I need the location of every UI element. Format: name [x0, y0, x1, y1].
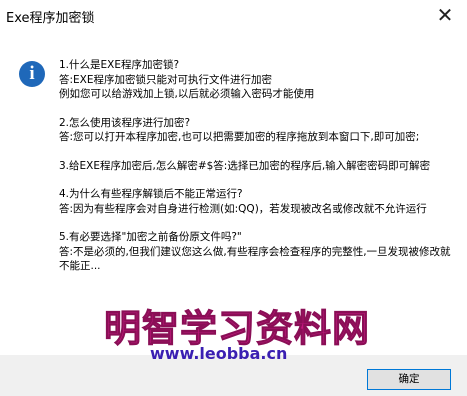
ok-button[interactable]: 确定	[367, 369, 451, 390]
close-icon: ✕	[436, 3, 454, 27]
faq-answer: 答:您可以打开本程序加密,也可以把需要加密的程序拖放到本窗口下,即可加密;	[59, 131, 420, 143]
faq-item: 2.怎么使用该程序进行加密? 答:您可以打开本程序加密,也可以把需要加密的程序拖…	[59, 116, 455, 145]
faq-answer: 答:不是必须的,但我们建议您这么做,有些程序会检查程序的完整性,一旦发现被修改就…	[59, 245, 451, 273]
faq-item: 1.什么是EXE程序加密锁? 答:EXE程序加密锁只能对可执行文件进行加密 例如…	[59, 58, 455, 102]
window-title: Exe程序加密锁	[6, 11, 95, 26]
faq-question: 4.为什么有些程序解锁后不能正常运行?	[59, 188, 243, 200]
faq-question: 5.有必要选择"加密之前备份原文件吗?"	[59, 231, 242, 243]
faq-item: 3.给EXE程序加密后,怎么解密#$答:选择已加密的程序后,输入解密密码即可解密	[59, 159, 455, 174]
faq-item: 4.为什么有些程序解锁后不能正常运行? 答:因为有些程序会对自身进行检测(如:Q…	[59, 187, 455, 216]
faq-question: 2.怎么使用该程序进行加密?	[59, 116, 191, 129]
faq-question: 1.什么是EXE程序加密锁?	[59, 59, 180, 71]
title-bar: Exe程序加密锁 ✕	[0, 0, 467, 30]
faq-answer: 答:EXE程序加密锁只能对可执行文件进行加密 例如您可以给游戏加上锁,以后就必须…	[59, 73, 315, 101]
faq-answer: 3.给EXE程序加密后,怎么解密#$答:选择已加密的程序后,输入解密密码即可解密	[59, 159, 431, 172]
faq-item: 5.有必要选择"加密之前备份原文件吗?" 答:不是必须的,但我们建议您这么做,有…	[59, 230, 455, 274]
watermark-url: www.leobba.cn	[150, 344, 288, 363]
info-icon-glyph: i	[29, 63, 35, 84]
close-button[interactable]: ✕	[423, 0, 467, 30]
faq-answer: 答:因为有些程序会对自身进行检测(如:QQ)，若发现被改名或修改就不允许运行	[59, 202, 427, 215]
faq-content: 1.什么是EXE程序加密锁? 答:EXE程序加密锁只能对可执行文件进行加密 例如…	[59, 58, 455, 288]
info-icon: i	[19, 61, 45, 87]
